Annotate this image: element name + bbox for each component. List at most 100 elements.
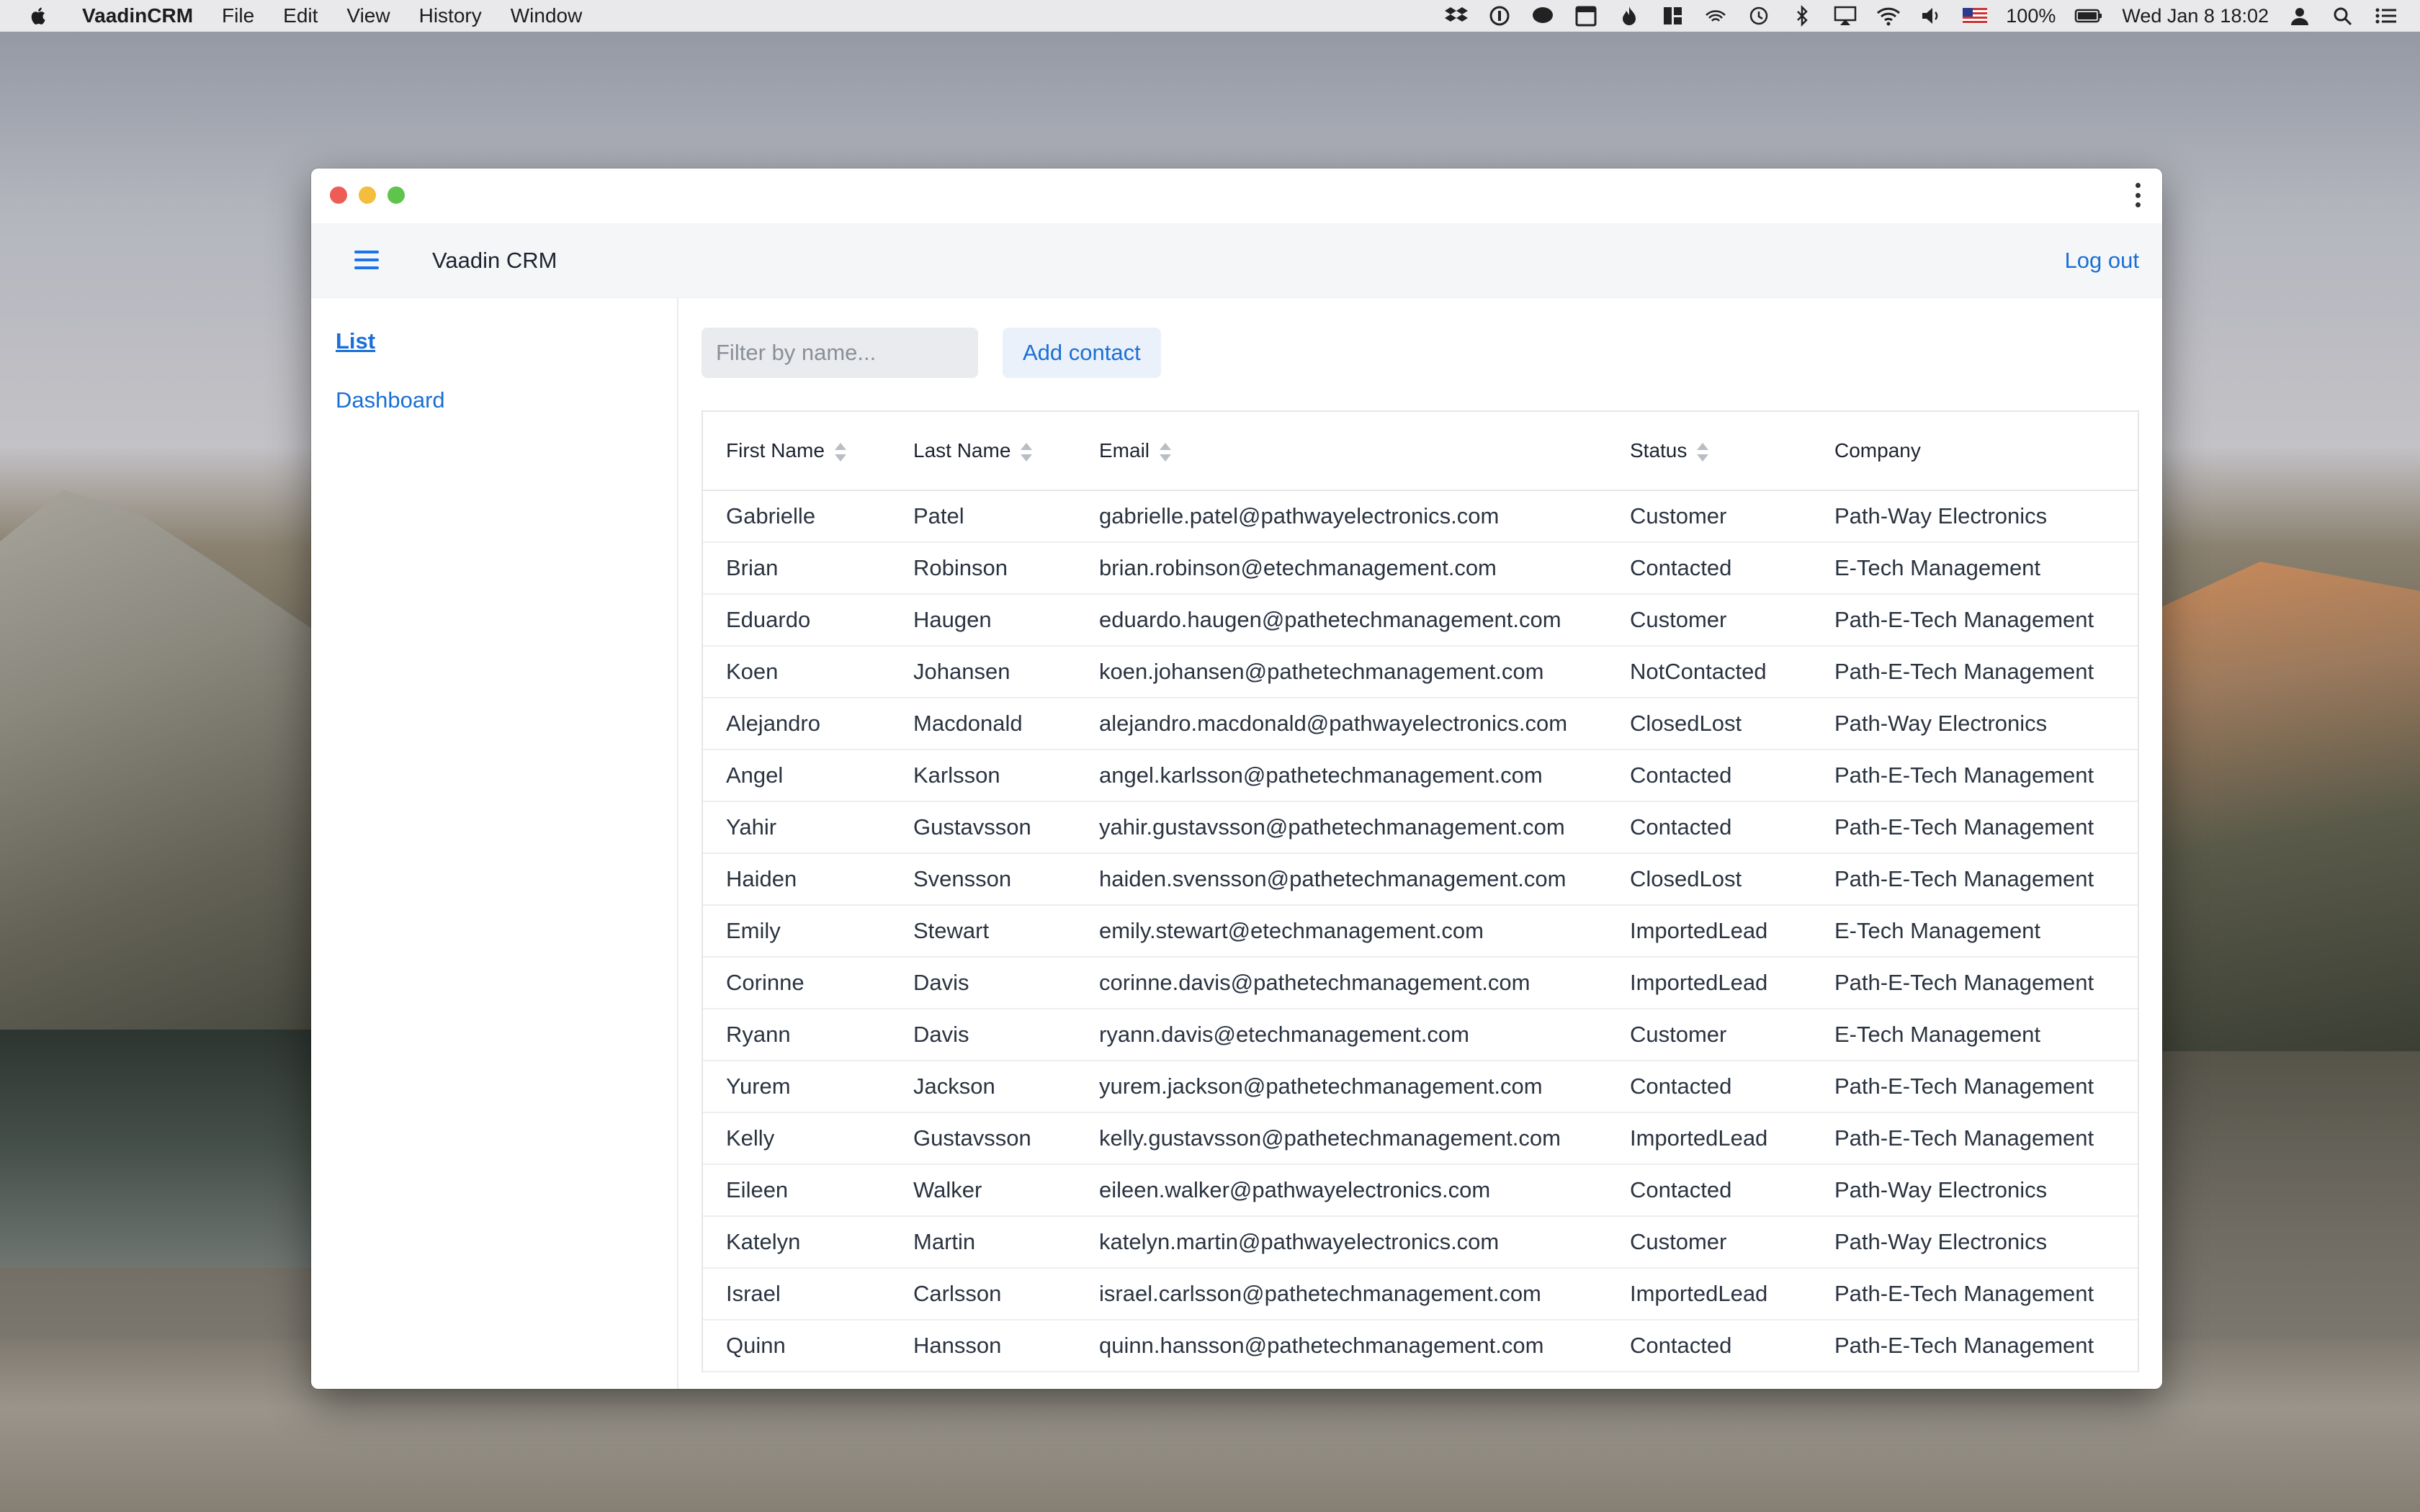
company-cell: Path-E-Tech Management <box>1834 866 2094 891</box>
bluetooth-icon[interactable] <box>1790 5 1814 27</box>
list-view: Add contact First Name Last Name Email S… <box>678 298 2162 1389</box>
company-cell: Path-E-Tech Management <box>1834 814 2094 840</box>
time-machine-icon[interactable] <box>1747 5 1771 27</box>
logout-link[interactable]: Log out <box>2065 248 2139 274</box>
column-header-status[interactable]: Status <box>1607 439 1811 462</box>
email-cell: brian.robinson@etechmanagement.com <box>1099 555 1497 580</box>
first-name-cell: Yahir <box>726 814 777 840</box>
table-row[interactable]: Emily Stewart emily.stewart@etechmanagemen… <box>703 906 2138 958</box>
menu-window[interactable]: Window <box>511 4 583 27</box>
last-name-cell: Robinson <box>913 555 1008 580</box>
window-layout-icon[interactable] <box>1660 5 1685 27</box>
dropbox-icon[interactable] <box>1444 5 1469 27</box>
email-cell: gabrielle.patel@pathwayelectronics.com <box>1099 503 1500 528</box>
table-row[interactable]: Yurem Jackson yurem.jackson@pathetechmanag… <box>703 1061 2138 1113</box>
table-row[interactable]: Eileen Walker eileen.walker@pathwayelectro… <box>703 1165 2138 1217</box>
email-cell: quinn.hansson@pathetechmanagement.com <box>1099 1333 1544 1358</box>
calendar-icon[interactable] <box>1574 5 1598 27</box>
last-name-cell: Svensson <box>913 866 1012 891</box>
sort-icon[interactable] <box>1160 442 1172 462</box>
last-name-cell: Gustavsson <box>913 814 1031 840</box>
first-name-cell: Koen <box>726 659 779 684</box>
menu-file[interactable]: File <box>222 4 254 27</box>
window-titlebar[interactable] <box>311 168 2162 223</box>
menu-view[interactable]: View <box>346 4 390 27</box>
last-name-cell: Stewart <box>913 918 990 943</box>
status-cell: Contacted <box>1630 762 1732 788</box>
email-cell: emily.stewart@etechmanagement.com <box>1099 918 1484 943</box>
column-header-company: Company <box>1834 439 1921 462</box>
status-cell: Contacted <box>1630 1333 1732 1358</box>
email-cell: eduardo.haugen@pathetechmanagement.com <box>1099 607 1561 632</box>
first-name-cell: Kelly <box>726 1125 775 1151</box>
zoom-window-button[interactable] <box>387 186 405 204</box>
menu-history[interactable]: History <box>419 4 482 27</box>
first-name-cell: Yurem <box>726 1074 791 1099</box>
table-row[interactable]: Corinne Davis corinne.davis@pathetechmanag… <box>703 958 2138 1009</box>
table-row[interactable]: Alejandro Macdonald alejandro.macdonald@pa… <box>703 698 2138 750</box>
table-row[interactable]: Yahir Gustavsson yahir.gustavsson@pathetec… <box>703 802 2138 854</box>
first-name-cell: Eileen <box>726 1177 789 1202</box>
last-name-cell: Haugen <box>913 607 992 632</box>
company-cell: Path-E-Tech Management <box>1834 659 2094 684</box>
onepassword-icon[interactable] <box>1487 5 1512 27</box>
sort-icon[interactable] <box>834 442 846 462</box>
wifi-icon[interactable] <box>1876 5 1901 27</box>
wifi-scan-icon[interactable] <box>1703 5 1728 27</box>
nav-link-dashboard[interactable]: Dashboard <box>336 387 677 413</box>
contacts-grid: First Name Last Name Email Status Compan… <box>702 410 2139 1372</box>
table-row[interactable]: Brian Robinson brian.robinson@etechmanagem… <box>703 543 2138 595</box>
menu-app-name[interactable]: VaadinCRM <box>82 4 193 27</box>
nav-link-list[interactable]: List <box>336 328 677 354</box>
close-window-button[interactable] <box>330 186 347 204</box>
table-row[interactable]: Koen Johansen koen.johansen@pathetechmanag… <box>703 647 2138 698</box>
table-row[interactable]: Eduardo Haugen eduardo.haugen@pathetechman… <box>703 595 2138 647</box>
first-name-cell: Haiden <box>726 866 797 891</box>
last-name-cell: Johansen <box>913 659 1010 684</box>
add-contact-button[interactable]: Add contact <box>1003 328 1161 378</box>
first-name-cell: Eduardo <box>726 607 811 632</box>
last-name-cell: Davis <box>913 1022 969 1047</box>
drawer-toggle-icon[interactable] <box>354 251 379 269</box>
user-account-icon[interactable] <box>2287 5 2312 27</box>
filter-by-name-input[interactable] <box>702 328 978 378</box>
company-cell: Path-E-Tech Management <box>1834 762 2094 788</box>
volume-icon[interactable] <box>1919 5 1944 27</box>
status-cell: ClosedLost <box>1630 711 1742 736</box>
table-row[interactable]: Israel Carlsson israel.carlsson@pathetechm… <box>703 1269 2138 1320</box>
status-cell: ImportedLead <box>1630 1125 1768 1151</box>
table-row[interactable]: Quinn Hansson quinn.hansson@pathetechmanag… <box>703 1320 2138 1372</box>
apple-menu-icon[interactable] <box>27 4 50 27</box>
status-cell: NotContacted <box>1630 659 1767 684</box>
sort-icon[interactable] <box>1697 442 1709 462</box>
flame-icon[interactable] <box>1617 5 1641 27</box>
input-source-flag-icon[interactable] <box>1963 8 1988 24</box>
more-options-icon[interactable] <box>2133 183 2142 207</box>
table-row[interactable]: Angel Karlsson angel.karlsson@pathetechman… <box>703 750 2138 802</box>
chat-bubble-icon[interactable] <box>1531 5 1555 27</box>
background-lake <box>0 1030 317 1267</box>
table-row[interactable]: Katelyn Martin katelyn.martin@pathwayelect… <box>703 1217 2138 1269</box>
status-cell: Customer <box>1630 503 1727 528</box>
table-row[interactable]: Kelly Gustavsson kelly.gustavsson@pathetec… <box>703 1113 2138 1165</box>
table-row[interactable]: Gabrielle Patel gabrielle.patel@pathwayele… <box>703 491 2138 543</box>
notification-center-icon[interactable] <box>2374 5 2398 27</box>
clock[interactable]: Wed Jan 8 18:02 <box>2122 5 2269 27</box>
column-header-email[interactable]: Email <box>1076 439 1607 462</box>
first-name-cell: Israel <box>726 1281 781 1306</box>
company-cell: Path-E-Tech Management <box>1834 1125 2094 1151</box>
airplay-icon[interactable] <box>1833 5 1857 27</box>
app-title: Vaadin CRM <box>432 247 557 273</box>
nav-drawer: List Dashboard <box>311 298 678 1389</box>
column-header-first-name[interactable]: First Name <box>703 439 890 462</box>
sort-icon[interactable] <box>1021 442 1033 462</box>
last-name-cell: Patel <box>913 503 964 528</box>
battery-percent: 100% <box>2006 4 2056 27</box>
menu-edit[interactable]: Edit <box>283 4 318 27</box>
minimize-window-button[interactable] <box>359 186 376 204</box>
battery-icon[interactable] <box>2074 5 2103 27</box>
column-header-last-name[interactable]: Last Name <box>890 439 1076 462</box>
table-row[interactable]: Haiden Svensson haiden.svensson@pathetechm… <box>703 854 2138 906</box>
table-row[interactable]: Ryann Davis ryann.davis@etechmanagement.co… <box>703 1009 2138 1061</box>
spotlight-search-icon[interactable] <box>2331 5 2355 27</box>
